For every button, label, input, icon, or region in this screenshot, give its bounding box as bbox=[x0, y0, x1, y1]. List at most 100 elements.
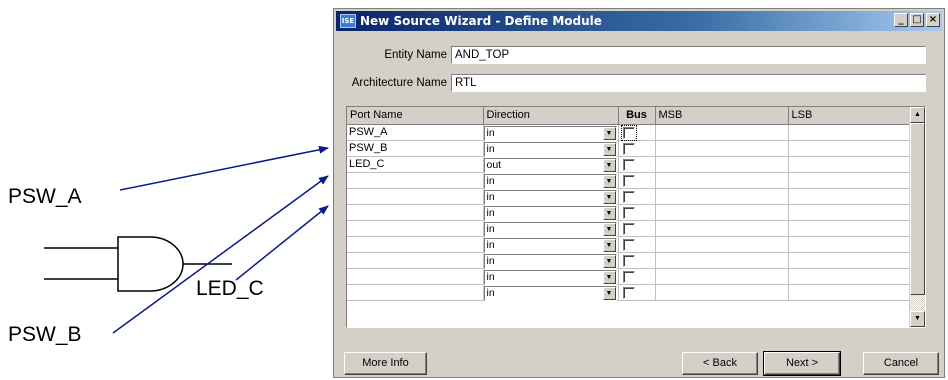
port-name-text bbox=[347, 238, 349, 250]
back-button[interactable]: < Back bbox=[682, 352, 758, 375]
direction-select[interactable]: in ▼ bbox=[483, 125, 617, 141]
msb-cell[interactable] bbox=[655, 236, 789, 253]
col-header-bus[interactable]: Bus bbox=[618, 107, 656, 125]
port-name-cell[interactable] bbox=[347, 236, 484, 253]
bus-checkbox[interactable] bbox=[622, 270, 635, 283]
lsb-cell[interactable] bbox=[788, 188, 912, 205]
bus-checkbox[interactable] bbox=[622, 286, 635, 299]
bus-checkbox[interactable] bbox=[622, 142, 635, 155]
dropdown-arrow-icon[interactable]: ▼ bbox=[602, 158, 616, 172]
more-info-button[interactable]: More Info bbox=[344, 352, 427, 375]
direction-select[interactable]: in ▼ bbox=[483, 285, 617, 301]
dropdown-arrow-icon[interactable]: ▼ bbox=[602, 190, 616, 204]
direction-select[interactable]: in ▼ bbox=[483, 141, 617, 157]
port-name-cell[interactable]: PSW_A bbox=[347, 124, 484, 141]
scroll-down-arrow-icon[interactable]: ▼ bbox=[910, 311, 925, 327]
lsb-cell[interactable] bbox=[788, 124, 912, 141]
lsb-cell[interactable] bbox=[788, 220, 912, 237]
port-name-text: LED_C bbox=[349, 158, 385, 170]
msb-cell[interactable] bbox=[655, 220, 789, 237]
port-name-cell[interactable] bbox=[347, 204, 484, 221]
msb-cell[interactable] bbox=[655, 124, 789, 141]
port-name-cell[interactable] bbox=[347, 220, 484, 237]
dropdown-arrow-icon[interactable]: ▼ bbox=[602, 286, 616, 300]
col-header-direction[interactable]: Direction bbox=[483, 107, 619, 125]
dropdown-arrow-icon[interactable]: ▼ bbox=[602, 174, 616, 188]
scroll-thumb[interactable] bbox=[910, 123, 925, 295]
lsb-cell[interactable] bbox=[788, 252, 912, 269]
minimize-button[interactable]: _ bbox=[894, 13, 908, 27]
direction-select[interactable]: in ▼ bbox=[483, 253, 617, 269]
dropdown-arrow-icon[interactable]: ▼ bbox=[602, 142, 616, 156]
msb-cell[interactable] bbox=[655, 172, 789, 189]
next-button[interactable]: Next > bbox=[763, 351, 841, 376]
direction-select[interactable]: out ▼ bbox=[483, 157, 617, 173]
lsb-cell[interactable] bbox=[788, 236, 912, 253]
close-button[interactable]: × bbox=[926, 13, 940, 27]
dropdown-arrow-icon[interactable]: ▼ bbox=[602, 270, 616, 284]
msb-cell[interactable] bbox=[655, 188, 789, 205]
bus-checkbox[interactable] bbox=[622, 254, 635, 267]
entity-name-input[interactable]: AND_TOP bbox=[451, 46, 926, 64]
port-name-cell[interactable] bbox=[347, 188, 484, 205]
bus-checkbox[interactable] bbox=[622, 174, 635, 187]
lsb-cell[interactable] bbox=[788, 156, 912, 173]
port-name-cell[interactable] bbox=[347, 284, 484, 301]
lsb-cell[interactable] bbox=[788, 284, 912, 301]
dropdown-arrow-icon[interactable]: ▼ bbox=[602, 206, 616, 220]
port-name-cell[interactable]: PSW_B bbox=[347, 140, 484, 157]
arrow-led-c bbox=[235, 205, 329, 281]
port-name-cell[interactable] bbox=[347, 268, 484, 285]
direction-select[interactable]: in ▼ bbox=[483, 173, 617, 189]
msb-cell[interactable] bbox=[655, 252, 789, 269]
bus-checkbox[interactable] bbox=[622, 158, 635, 171]
maximize-button[interactable]: □ bbox=[910, 13, 924, 27]
table-row: in ▼ bbox=[347, 252, 912, 269]
dropdown-arrow-icon[interactable]: ▼ bbox=[602, 126, 616, 140]
title-bar[interactable]: ISE New Source Wizard - Define Module _ … bbox=[336, 11, 942, 31]
table-row: PSW_B in ▼ bbox=[347, 140, 912, 157]
scroll-up-arrow-icon[interactable]: ▲ bbox=[910, 107, 925, 123]
port-name-cell[interactable] bbox=[347, 252, 484, 269]
dropdown-arrow-icon[interactable]: ▼ bbox=[602, 238, 616, 252]
direction-value: in bbox=[486, 222, 495, 235]
port-name-text bbox=[347, 190, 349, 202]
lsb-cell[interactable] bbox=[788, 204, 912, 221]
direction-cell: in ▼ bbox=[483, 172, 619, 189]
app-icon: ISE bbox=[340, 14, 356, 28]
bus-cell bbox=[618, 140, 656, 157]
port-name-cell[interactable]: LED_C bbox=[347, 156, 484, 173]
table-row: in ▼ bbox=[347, 204, 912, 221]
msb-cell[interactable] bbox=[655, 284, 789, 301]
msb-cell[interactable] bbox=[655, 140, 789, 157]
bus-checkbox[interactable] bbox=[622, 190, 635, 203]
msb-cell[interactable] bbox=[655, 156, 789, 173]
dropdown-arrow-icon[interactable]: ▼ bbox=[602, 254, 616, 268]
col-header-port-name[interactable]: Port Name bbox=[347, 107, 484, 125]
msb-cell[interactable] bbox=[655, 268, 789, 285]
direction-select[interactable]: in ▼ bbox=[483, 237, 617, 253]
bus-checkbox[interactable] bbox=[622, 206, 635, 219]
architecture-name-input[interactable]: RTL bbox=[451, 74, 926, 92]
lsb-cell[interactable] bbox=[788, 268, 912, 285]
msb-cell[interactable] bbox=[655, 204, 789, 221]
lsb-cell[interactable] bbox=[788, 140, 912, 157]
vertical-scrollbar[interactable]: ▲ ▼ bbox=[909, 107, 925, 327]
direction-value: in bbox=[486, 206, 495, 219]
bus-checkbox[interactable] bbox=[622, 222, 635, 235]
direction-cell: in ▼ bbox=[483, 284, 619, 301]
lsb-cell[interactable] bbox=[788, 172, 912, 189]
bus-checkbox[interactable] bbox=[622, 238, 635, 251]
direction-select[interactable]: in ▼ bbox=[483, 269, 617, 285]
cancel-button[interactable]: Cancel bbox=[863, 352, 939, 375]
col-header-msb[interactable]: MSB bbox=[655, 107, 789, 125]
direction-select[interactable]: in ▼ bbox=[483, 189, 617, 205]
direction-select[interactable]: in ▼ bbox=[483, 205, 617, 221]
direction-select[interactable]: in ▼ bbox=[483, 221, 617, 237]
bus-checkbox[interactable] bbox=[620, 124, 637, 141]
port-grid: Port Name Direction Bus MSB LSB PSW_Ain ▼… bbox=[346, 106, 926, 328]
port-name-cell[interactable] bbox=[347, 172, 484, 189]
dropdown-arrow-icon[interactable]: ▼ bbox=[602, 222, 616, 236]
port-name-text: PSW_B bbox=[349, 142, 388, 154]
col-header-lsb[interactable]: LSB bbox=[788, 107, 912, 125]
